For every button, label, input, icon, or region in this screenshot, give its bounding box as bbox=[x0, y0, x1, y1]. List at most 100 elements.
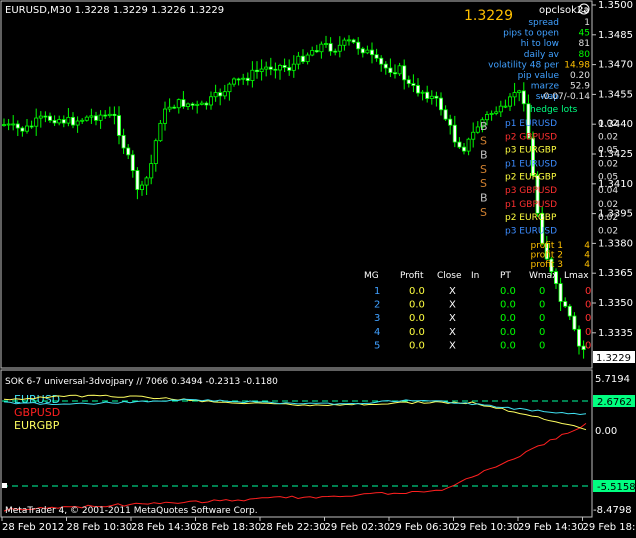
symbol-info: EURUSD,M30 1.3228 1.3229 1.3226 1.3229 bbox=[5, 5, 224, 16]
mg-cell: 0.0 bbox=[409, 327, 425, 338]
candle-body bbox=[494, 111, 499, 114]
mg-cell: 0.0 bbox=[500, 300, 516, 311]
bs-marker: S bbox=[480, 134, 487, 147]
candle-body bbox=[351, 39, 356, 43]
indicator-axis-zero: 0.00 bbox=[595, 426, 617, 437]
mg-cell: 4 bbox=[374, 327, 380, 338]
candle-body bbox=[406, 79, 411, 85]
candle-body bbox=[227, 83, 232, 93]
mg-cell: 5 bbox=[374, 340, 380, 351]
candle-body bbox=[434, 95, 439, 99]
candle-body bbox=[337, 44, 342, 52]
mg-cell: 2 bbox=[374, 300, 380, 311]
candle-body bbox=[15, 123, 20, 129]
candle-body bbox=[144, 177, 149, 186]
svg-text:1.3229: 1.3229 bbox=[596, 353, 631, 364]
mg-cell: X bbox=[449, 286, 456, 297]
hedge-pair: p3 GBPUSD bbox=[505, 186, 557, 196]
mg-cell: 0 bbox=[539, 313, 545, 324]
candle-body bbox=[112, 113, 117, 116]
candle-body bbox=[176, 99, 181, 109]
mg-cell: 0.0 bbox=[500, 327, 516, 338]
hedge-lots-value: 0.02 bbox=[598, 226, 618, 236]
candle-body bbox=[153, 140, 158, 164]
candle-body bbox=[204, 102, 209, 106]
indicator-axis-top: 5.7194 bbox=[595, 374, 630, 385]
time-axis[interactable]: 28 Feb 2012 28 Feb 10:3028 Feb 14:3028 Fe… bbox=[1, 517, 636, 533]
mg-cell: 0.0 bbox=[500, 340, 516, 351]
candle-body bbox=[531, 137, 536, 176]
candle-body bbox=[420, 91, 425, 94]
mg-cell: 0 bbox=[585, 286, 591, 297]
time-label: 28 Feb 2012 bbox=[2, 522, 64, 533]
info-value: 80 bbox=[579, 50, 591, 60]
mg-cell: 0.0 bbox=[409, 313, 425, 324]
mg-cell: 0.0 bbox=[409, 340, 425, 351]
price-label: 1.3335 bbox=[598, 328, 633, 339]
hedge-lots-value: 0.02 bbox=[598, 132, 618, 142]
candle-body bbox=[475, 126, 480, 133]
candle-body bbox=[241, 77, 246, 80]
time-label: 28 Feb 22:30 bbox=[260, 522, 326, 533]
price-label: 1.3410 bbox=[598, 179, 633, 190]
mg-header: Lmax bbox=[564, 271, 589, 281]
price-label: 1.3395 bbox=[598, 209, 633, 220]
candle-body bbox=[254, 69, 259, 72]
time-label: 29 Feb 14:30 bbox=[518, 522, 584, 533]
profit-value: 4 bbox=[584, 260, 590, 270]
candle-body bbox=[507, 96, 512, 107]
candle-body bbox=[84, 116, 89, 121]
info-label: hi to low bbox=[521, 39, 559, 49]
mg-cell: 0.0 bbox=[409, 300, 425, 311]
candle-body bbox=[158, 122, 163, 142]
candle-body bbox=[512, 92, 517, 98]
profit-value: 4 bbox=[584, 241, 590, 251]
candle-body bbox=[484, 114, 489, 121]
candle-body bbox=[567, 305, 572, 317]
indicator-frame[interactable] bbox=[0, 369, 593, 518]
candle-body bbox=[397, 65, 402, 75]
candle-body bbox=[273, 68, 278, 71]
candle-body bbox=[236, 78, 241, 81]
mg-header: PT bbox=[500, 271, 511, 281]
mg-cell: 1 bbox=[374, 286, 380, 297]
mg-cell: 0 bbox=[585, 327, 591, 338]
mg-cell: X bbox=[449, 340, 456, 351]
candle-body bbox=[107, 113, 112, 116]
candle-body bbox=[448, 118, 453, 126]
candle-body bbox=[139, 184, 144, 190]
hedge-lots-title: hedge lots bbox=[530, 105, 578, 115]
candle-body bbox=[94, 115, 99, 121]
candle-body bbox=[195, 103, 200, 106]
candle-body bbox=[52, 119, 57, 124]
candle-body bbox=[489, 113, 494, 115]
candle-body bbox=[24, 125, 29, 132]
candle-body bbox=[466, 138, 471, 152]
candle-body bbox=[300, 55, 305, 63]
price-label: 1.3365 bbox=[598, 268, 633, 279]
hedge-pair: p2 EURGBP bbox=[505, 213, 557, 223]
price-label: 1.3380 bbox=[598, 238, 633, 249]
candle-body bbox=[365, 49, 370, 54]
info-label: pips to open bbox=[503, 29, 559, 39]
candle-body bbox=[457, 141, 462, 148]
lower-level-marker bbox=[2, 483, 7, 488]
candle-body bbox=[89, 115, 94, 118]
candle-body bbox=[346, 39, 351, 42]
info-value: 0.20 bbox=[570, 71, 590, 81]
indicator-legend-item: EURGBP bbox=[14, 419, 60, 432]
mg-cell: X bbox=[449, 300, 456, 311]
svg-text:2.6762: 2.6762 bbox=[597, 397, 632, 408]
candle-body bbox=[319, 43, 324, 53]
mg-cell: 0.0 bbox=[500, 286, 516, 297]
candle-body bbox=[222, 91, 227, 97]
candle-body bbox=[452, 124, 457, 143]
mg-header: In bbox=[471, 271, 479, 281]
candle-body bbox=[130, 154, 135, 171]
candle-body bbox=[282, 65, 287, 68]
metatrader-chart-window[interactable]: EURUSD,M30 1.3228 1.3229 1.3226 1.3229 1… bbox=[0, 0, 636, 538]
price-label: 1.3455 bbox=[598, 89, 633, 100]
candle-body bbox=[429, 95, 434, 99]
candle-body bbox=[471, 131, 476, 140]
indicator-title: SOK 6-7 universal-3dvojpary // 7066 0.34… bbox=[5, 377, 278, 387]
